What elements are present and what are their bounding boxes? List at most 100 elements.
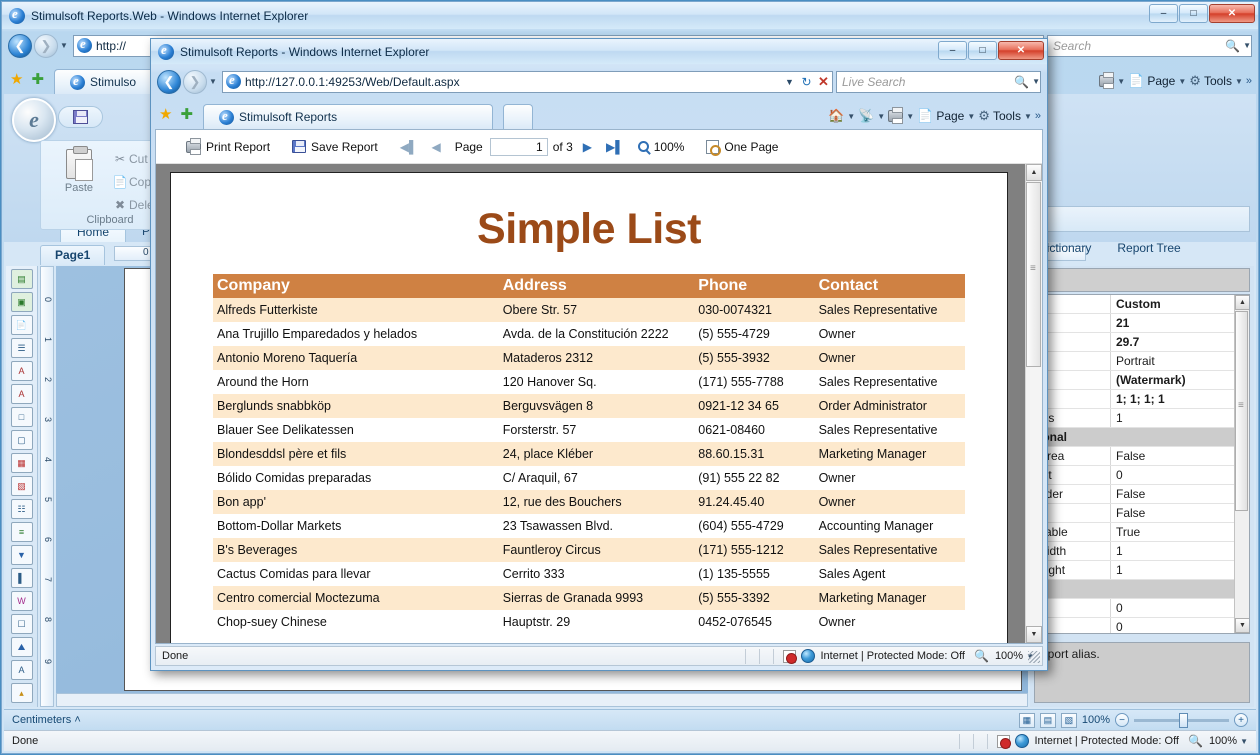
properties-grid[interactable]: Custom 21 29.7 Portrait (Watermark) 1; 1…: [1034, 294, 1250, 634]
add-to-favorites-icon[interactable]: ✚: [31, 70, 44, 88]
image-icon[interactable]: ⛰: [11, 637, 33, 657]
inner-status-zoom[interactable]: 🔍 100% ▼: [971, 649, 1034, 663]
refresh-icon[interactable]: ↻: [798, 75, 815, 89]
gear-icon[interactable]: ⚙: [1189, 73, 1201, 89]
save-icon[interactable]: [73, 110, 88, 124]
home-icon[interactable]: 🏠: [828, 108, 844, 124]
scrollbar-thumb[interactable]: [1235, 311, 1248, 511]
property-value[interactable]: 21: [1111, 314, 1249, 332]
panel-toolbar-top[interactable]: [1034, 206, 1250, 232]
property-value[interactable]: 1: [1111, 561, 1249, 579]
last-page-icon[interactable]: ▶▌: [606, 140, 624, 154]
print-chevron-down-icon[interactable]: ▼: [906, 112, 914, 121]
property-value[interactable]: 1: [1111, 409, 1249, 427]
feeds-icon[interactable]: 📡: [858, 108, 874, 124]
rich-text-component-icon[interactable]: ▣: [11, 292, 33, 312]
property-value[interactable]: Custom: [1111, 295, 1249, 313]
property-row[interactable]: 29.7: [1035, 333, 1249, 352]
forward-button[interactable]: ❯: [183, 70, 207, 94]
scroll-down-arrow-icon[interactable]: ▼: [1235, 618, 1250, 633]
list-component-icon[interactable]: ☰: [11, 338, 33, 358]
property-value[interactable]: Portrait: [1111, 352, 1249, 370]
favorites-star-icon[interactable]: ★: [159, 105, 172, 123]
property-row[interactable]: AreaFalse: [1035, 447, 1249, 466]
close-button[interactable]: ✕: [998, 41, 1044, 60]
page-number-input[interactable]: 1: [490, 138, 548, 156]
page-component-icon[interactable]: 📄: [11, 315, 33, 335]
property-row[interactable]: 21: [1035, 314, 1249, 333]
page-menu-label[interactable]: Page: [936, 109, 964, 123]
property-row[interactable]: aderFalse: [1035, 485, 1249, 504]
subreport-icon[interactable]: ☷: [11, 499, 33, 519]
text-in-cells-icon[interactable]: A: [11, 660, 33, 680]
one-page-button[interactable]: One Page: [706, 140, 778, 154]
scroll-up-arrow-icon[interactable]: ▲: [1026, 164, 1042, 181]
barcode-icon[interactable]: ▌: [11, 568, 33, 588]
page-chevron-down-icon[interactable]: ▼: [1178, 77, 1186, 86]
overflow-icon[interactable]: »: [1035, 110, 1041, 122]
print-icon[interactable]: [888, 110, 903, 122]
page-menu-icon[interactable]: 📄: [917, 108, 933, 124]
inner-titlebar[interactable]: Stimulsoft Reports - Windows Internet Ex…: [151, 39, 1047, 64]
gear-icon[interactable]: ⚙: [978, 108, 990, 124]
property-row[interactable]: (Watermark): [1035, 371, 1249, 390]
units-label[interactable]: Centimeters ˄: [12, 714, 81, 726]
scrollbar-thumb[interactable]: [1026, 182, 1041, 367]
zoom-slider[interactable]: [1134, 719, 1229, 722]
resize-grip[interactable]: [1028, 651, 1040, 663]
page-menu-icon[interactable]: 📄: [1128, 73, 1144, 89]
property-value[interactable]: 0: [1111, 618, 1249, 634]
tools-menu-label[interactable]: Tools: [1204, 74, 1232, 88]
zoom-chevron-down-icon[interactable]: ▼: [1240, 737, 1248, 746]
tools-chevron-down-icon[interactable]: ▼: [1235, 77, 1243, 86]
scroll-up-arrow-icon[interactable]: ▲: [1235, 295, 1250, 310]
zoom-out-button[interactable]: −: [1115, 713, 1129, 727]
next-page-icon[interactable]: ▶: [583, 140, 592, 154]
property-value[interactable]: True: [1111, 523, 1249, 541]
property-row[interactable]: Custom: [1035, 295, 1249, 314]
new-tab-button[interactable]: [503, 104, 533, 129]
print-report-button[interactable]: Print Report: [186, 140, 270, 154]
property-row[interactable]: 1; 1; 1; 1: [1035, 390, 1249, 409]
recent-pages-chevron-down-icon[interactable]: ▼: [207, 77, 219, 86]
print-chevron-down-icon[interactable]: ▼: [1117, 77, 1125, 86]
outer-search-box[interactable]: Search 🔍 ▼: [1047, 35, 1252, 57]
checkbox-icon[interactable]: ▼: [11, 545, 33, 565]
property-row[interactable]: ies1: [1035, 409, 1249, 428]
search-chevron-down-icon[interactable]: ▼: [1032, 77, 1040, 86]
text-box-alt-icon[interactable]: A: [11, 384, 33, 404]
scroll-down-arrow-icon[interactable]: ▼: [1026, 626, 1042, 643]
view-fit-page-icon[interactable]: ▧: [1061, 713, 1077, 728]
property-row[interactable]: 0: [1035, 599, 1249, 618]
feeds-chevron-down-icon[interactable]: ▼: [877, 112, 885, 121]
properties-toolbar[interactable]: [1034, 268, 1250, 292]
search-chevron-down-icon[interactable]: ▼: [1243, 41, 1251, 50]
view-single-page-icon[interactable]: ▦: [1019, 713, 1035, 728]
tools-chevron-down-icon[interactable]: ▼: [1024, 112, 1032, 121]
previous-page-icon[interactable]: ◀: [431, 140, 440, 154]
recent-pages-chevron-down-icon[interactable]: ▼: [58, 41, 70, 50]
print-icon[interactable]: [1099, 75, 1114, 87]
property-value[interactable]: (Watermark): [1111, 371, 1249, 389]
property-value[interactable]: 29.7: [1111, 333, 1249, 351]
forward-button[interactable]: ❯: [34, 34, 58, 58]
property-row[interactable]: int0: [1035, 466, 1249, 485]
home-chevron-down-icon[interactable]: ▼: [847, 112, 855, 121]
designer-horizontal-scrollbar[interactable]: [56, 693, 1028, 707]
first-page-icon[interactable]: ◀▌: [400, 140, 418, 154]
viewer-vertical-scrollbar[interactable]: ▲ ▼: [1025, 164, 1042, 643]
address-chevron-down-icon[interactable]: ▼: [781, 77, 798, 87]
page-menu-label[interactable]: Page: [1147, 74, 1175, 88]
property-value[interactable]: 1: [1111, 542, 1249, 560]
container-icon[interactable]: ☐: [11, 614, 33, 634]
inner-browser-window[interactable]: Stimulsoft Reports - Windows Internet Ex…: [150, 38, 1048, 671]
tab-report-tree[interactable]: Report Tree: [1117, 241, 1180, 255]
tools-menu-label[interactable]: Tools: [993, 109, 1021, 123]
property-value[interactable]: False: [1111, 504, 1249, 522]
zoom-control[interactable]: 100%: [638, 140, 685, 154]
inner-browser-tab[interactable]: Stimulsoft Reports: [203, 104, 493, 129]
maximize-button[interactable]: □: [1179, 4, 1208, 23]
minimize-button[interactable]: –: [938, 41, 967, 60]
split-panel-icon[interactable]: ▦: [11, 453, 33, 473]
save-report-button[interactable]: Save Report: [292, 140, 378, 154]
